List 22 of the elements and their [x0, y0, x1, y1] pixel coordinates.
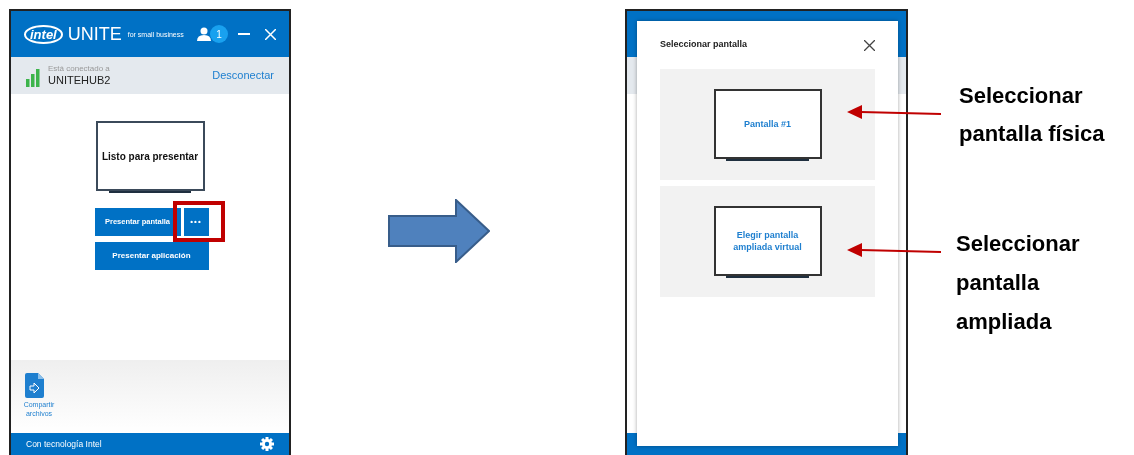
annotation-text: Seleccionar pantalla física [959, 82, 1106, 148]
count-badge: 1 [210, 25, 228, 43]
user-icon[interactable] [197, 27, 211, 41]
settings-icon[interactable] [260, 437, 274, 451]
connection-label: Está conectado a [48, 63, 111, 74]
screen-option[interactable]: Pantalla #1 [660, 69, 875, 180]
disconnect-link[interactable]: Desconectar [212, 67, 274, 84]
annotation-text: Seleccionar pantalla ampliada [956, 230, 1081, 336]
signal-icon [26, 68, 40, 87]
app-name: UNITE [67, 22, 122, 46]
monitor-label: Elegir pantalla ampliada virtual [732, 228, 803, 253]
close-icon[interactable] [864, 39, 875, 51]
footer-text: Con tecnología Intel [26, 437, 102, 451]
logo: intel [24, 24, 63, 44]
present-button[interactable]: Presentar aplicación [94, 242, 209, 270]
monitor-label: Pantalla #1 [743, 117, 792, 130]
monitor-label: Listo para presentar [101, 149, 199, 164]
screen-option[interactable]: Elegir pantalla ampliada virtual [660, 186, 875, 297]
dialog-title: Seleccionar pantalla [660, 38, 748, 52]
file-share-icon[interactable] [25, 373, 44, 398]
hub-name: UNITEHUB2 [48, 73, 111, 88]
more-button[interactable]: ••• [183, 208, 209, 236]
